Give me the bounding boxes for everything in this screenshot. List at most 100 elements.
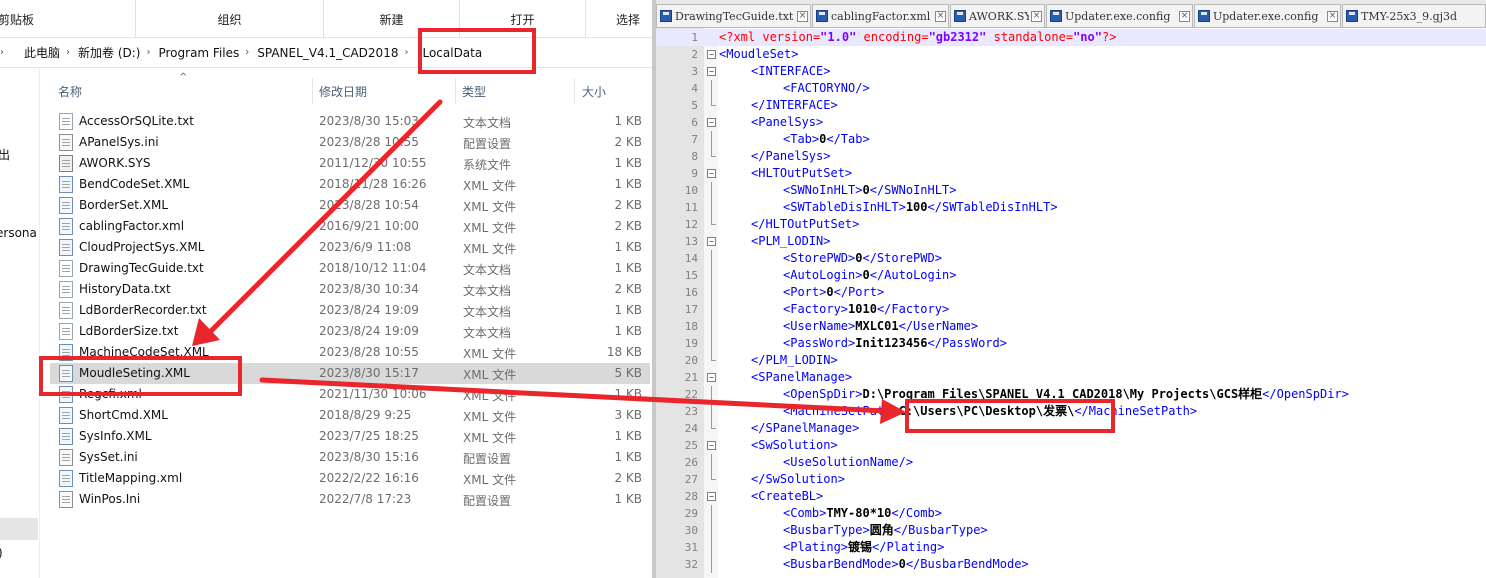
code-line[interactable]: 29 <Comb>TMY-80*10</Comb>: [656, 505, 1486, 522]
fold-toggle-icon[interactable]: −: [707, 118, 716, 127]
code-token: <PLM_LODIN>: [751, 234, 831, 248]
file-row[interactable]: AccessOrSQLite.txt 2023/8/30 15:03 文本文档 1 K…: [50, 111, 650, 132]
file-row[interactable]: DrawingTecGuide.txt 2018/10/12 11:04 文本文档 1…: [50, 258, 650, 279]
chevron-right-icon[interactable]: ›: [64, 47, 72, 58]
code-token: <OpenSpDir>: [783, 387, 863, 401]
tab-awork-sys[interactable]: AWORK.SYS ×: [950, 4, 1045, 27]
code-line[interactable]: 31 <Plating>镀锡</Plating>: [656, 539, 1486, 556]
code-line[interactable]: 16 <Port>0</Port>: [656, 284, 1486, 301]
xml-file-icon: [59, 197, 73, 214]
column-date[interactable]: 修改日期: [319, 83, 367, 100]
file-row[interactable]: cablingFactor.xml 2016/9/21 10:00 XML 文件 2 …: [50, 216, 650, 237]
code-line[interactable]: 17 <Factory>1010</Factory>: [656, 301, 1486, 318]
code-line[interactable]: 32 <BusbarBendMode>0</BusbarBendMode>: [656, 556, 1486, 573]
file-row[interactable]: CloudProjectSys.XML 2023/6/9 11:08 XML 文件 1…: [50, 237, 650, 258]
file-row[interactable]: BendCodeSet.XML 2018/11/28 16:26 XML 文件 1 K…: [50, 174, 650, 195]
code-token: </BusbarType>: [893, 523, 988, 537]
close-icon[interactable]: ×: [935, 10, 946, 22]
code-line[interactable]: 5 </INTERFACE>: [656, 97, 1486, 114]
code-line[interactable]: 9− <HLTOutPutSet>: [656, 165, 1486, 182]
code-token: <HLTOutPutSet>: [751, 166, 853, 180]
file-row[interactable]: LdBorderSize.txt 2023/8/24 19:09 文本文档 1 KB: [50, 321, 650, 342]
breadcrumb-program-files[interactable]: Program Files: [152, 46, 243, 60]
file-row[interactable]: SysInfo.XML 2023/7/25 18:25 XML 文件 1 KB: [50, 426, 650, 447]
code-line[interactable]: 20 </PLM_LODIN>: [656, 352, 1486, 369]
fold-toggle-icon[interactable]: −: [707, 237, 716, 246]
fold-toggle-icon[interactable]: −: [707, 169, 716, 178]
code-line[interactable]: 11 <SWTableDisInHLT>100</SWTableDisInHLT>: [656, 199, 1486, 216]
code-line[interactable]: 25− <SwSolution>: [656, 437, 1486, 454]
tab-cablingfactor[interactable]: cablingFactor.xml ×: [812, 4, 949, 27]
nav-item-drive[interactable]: ): [0, 546, 3, 560]
code-token: <Plating>: [783, 540, 849, 554]
code-line[interactable]: 10 <SWNoInHLT>0</SWNoInHLT>: [656, 182, 1486, 199]
fold-toggle-icon[interactable]: −: [707, 50, 716, 59]
chevron-right-icon[interactable]: ›: [144, 47, 152, 58]
code-line[interactable]: 7 <Tab>0</Tab>: [656, 131, 1486, 148]
code-line[interactable]: 4 <FACTORYNO/>: [656, 80, 1486, 97]
column-divider[interactable]: [574, 78, 575, 104]
column-size[interactable]: 大小: [582, 83, 606, 100]
nav-item-personal[interactable]: ersona: [0, 226, 37, 240]
column-divider[interactable]: [455, 78, 456, 104]
column-divider[interactable]: [312, 78, 313, 104]
tab-updater-config-2[interactable]: Updater.exe.config ×: [1194, 4, 1341, 27]
code-line[interactable]: 18 <UserName>MXLC01</UserName>: [656, 318, 1486, 335]
close-icon[interactable]: ×: [1327, 10, 1338, 22]
line-number: 17: [684, 303, 698, 316]
code-line[interactable]: 3− <INTERFACE>: [656, 63, 1486, 80]
file-row[interactable]: LdBorderRecorder.txt 2023/8/24 19:09 文本文档 1…: [50, 300, 650, 321]
tab-drawingtecguide[interactable]: DrawingTecGuide.txt ×: [656, 4, 811, 27]
code-line[interactable]: 2− <MoudleSet>: [656, 46, 1486, 63]
code-line[interactable]: 19 <PassWord>Init123456</PassWord>: [656, 335, 1486, 352]
file-type: 配置设置: [463, 494, 512, 508]
ribbon-clipboard[interactable]: 剪贴板: [0, 0, 136, 38]
fold-toggle-icon[interactable]: −: [707, 492, 716, 501]
breadcrumb-spanel[interactable]: SPANEL_V4.1_CAD2018: [251, 46, 402, 60]
code-line[interactable]: 21− <SPanelManage>: [656, 369, 1486, 386]
close-icon[interactable]: ×: [1031, 10, 1042, 22]
file-row[interactable]: SysSet.ini 2023/8/30 15:16 配置设置 1 KB: [50, 447, 650, 468]
ribbon-organize[interactable]: 组织: [136, 0, 324, 38]
file-row[interactable]: APanelSys.ini 2023/8/28 10:55 配置设置 2 KB: [50, 132, 650, 153]
file-row[interactable]: BorderSet.XML 2023/8/28 10:54 XML 文件 2 KB: [50, 195, 650, 216]
code-line[interactable]: 26 <UseSolutionName/>: [656, 454, 1486, 471]
tab-tmy-gj3d[interactable]: TMY-25x3_9.gj3d: [1342, 4, 1486, 27]
breadcrumb-drive-d[interactable]: 新加卷 (D:): [72, 44, 144, 61]
code-line[interactable]: 8 </PanelSys>: [656, 148, 1486, 165]
code-line[interactable]: 12 </HLTOutPutSet>: [656, 216, 1486, 233]
code-line[interactable]: 28− <CreateBL>: [656, 488, 1486, 505]
close-icon[interactable]: ×: [797, 10, 808, 22]
breadcrumb-this-pc[interactable]: 此电脑: [6, 44, 64, 61]
code-line[interactable]: 27 </SwSolution>: [656, 471, 1486, 488]
file-row[interactable]: AWORK.SYS 2011/12/30 10:55 系统文件 1 KB: [50, 153, 650, 174]
file-name: ShortCmd.XML: [79, 408, 168, 422]
code-line[interactable]: 14 <StorePWD>0</StorePWD>: [656, 250, 1486, 267]
tab-updater-config-1[interactable]: Updater.exe.config ×: [1046, 4, 1193, 27]
fold-toggle-icon[interactable]: −: [707, 441, 716, 450]
ribbon-select[interactable]: 选择: [586, 0, 652, 38]
address-bar[interactable]: › 此电脑 › 新加卷 (D:) › Program Files › SPANE…: [0, 38, 652, 68]
chevron-right-icon[interactable]: ›: [243, 47, 251, 58]
code-text: <AutoLogin>0</AutoLogin>: [783, 267, 956, 284]
column-type[interactable]: 类型: [462, 83, 486, 100]
code-area[interactable]: 1 <?xml version="1.0" encoding="gb2312" s…: [656, 28, 1486, 578]
nav-item-selected[interactable]: [0, 518, 38, 540]
nav-item-partial[interactable]: 出: [0, 146, 10, 163]
file-row[interactable]: HistoryData.txt 2023/8/30 10:34 文本文档 2 KB: [50, 279, 650, 300]
file-row[interactable]: WinPos.Ini 2022/7/8 17:23 配置设置 1 KB: [50, 489, 650, 510]
code-line[interactable]: 15 <AutoLogin>0</AutoLogin>: [656, 267, 1486, 284]
code-line[interactable]: 1 <?xml version="1.0" encoding="gb2312" s…: [656, 29, 1486, 46]
fold-toggle-icon[interactable]: −: [707, 373, 716, 382]
fold-toggle-icon[interactable]: −: [707, 67, 716, 76]
highlight-box-machinesetpath: [905, 399, 1115, 433]
chevron-right-icon[interactable]: ›: [402, 47, 410, 58]
saved-file-icon: [1346, 10, 1358, 22]
code-line[interactable]: 13− <PLM_LODIN>: [656, 233, 1486, 250]
file-row[interactable]: ShortCmd.XML 2018/8/29 9:25 XML 文件 3 KB: [50, 405, 650, 426]
code-line[interactable]: 30 <BusbarType>圆角</BusbarType>: [656, 522, 1486, 539]
code-line[interactable]: 6− <PanelSys>: [656, 114, 1486, 131]
close-icon[interactable]: ×: [1179, 10, 1190, 22]
file-row[interactable]: TitleMapping.xml 2022/2/22 16:16 XML 文件 2 K…: [50, 468, 650, 489]
column-name[interactable]: 名称: [58, 83, 82, 100]
